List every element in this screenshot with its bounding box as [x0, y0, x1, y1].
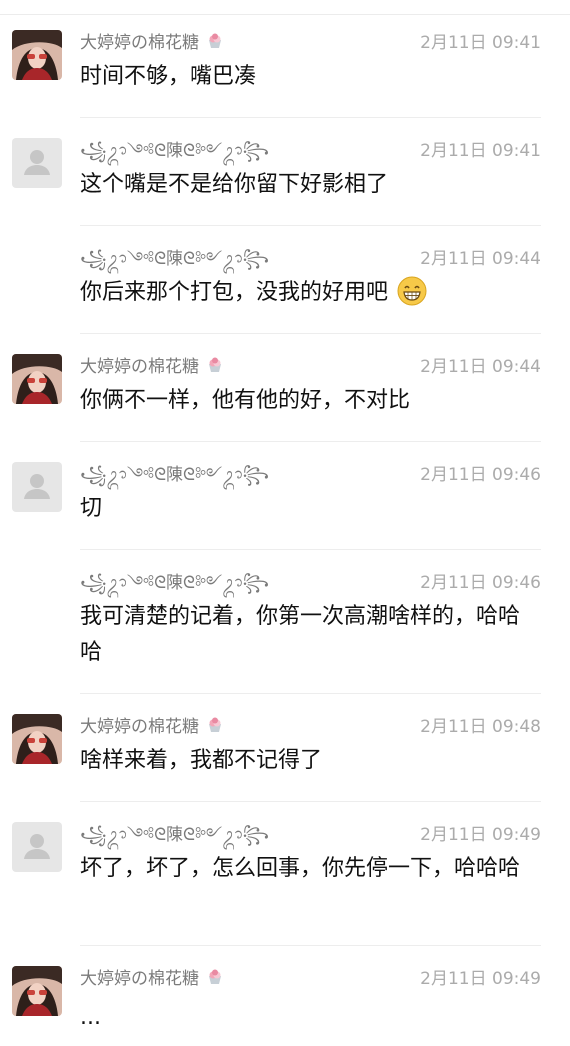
comment-item: ꧁ᬊ༺ᘓ陳ᘓ༻ᬊ꧂ 2月11日 09:41 这个嘴是不是给你留下好影相了	[0, 124, 570, 226]
grinning-face-icon	[397, 276, 427, 306]
author-name[interactable]: ꧁ᬊ༺ᘓ陳ᘓ༻ᬊ꧂	[80, 464, 269, 486]
timestamp: 2月11日 09:49	[420, 825, 541, 845]
ice-cream-cup-icon	[209, 717, 222, 732]
timestamp: 2月11日 09:44	[420, 357, 541, 377]
divider	[80, 549, 541, 550]
author-name[interactable]: ꧁ᬊ༺ᘓ陳ᘓ༻ᬊ꧂	[80, 140, 269, 162]
timestamp: 2月11日 09:48	[420, 717, 541, 737]
comment-text[interactable]: 啥样来着，我都不记得了	[80, 743, 525, 779]
comment-text[interactable]: 时间不够，嘴巴凑	[80, 59, 525, 95]
comment-item: 大婷婷の棉花糖 2月11日 09:48 啥样来着，我都不记得了	[0, 700, 570, 802]
comment-text[interactable]: ...	[80, 1000, 525, 1036]
divider	[80, 441, 541, 442]
avatar[interactable]	[12, 822, 62, 872]
comment-item: ꧁ᬊ༺ᘓ陳ᘓ༻ᬊ꧂ 2月11日 09:46 我可清楚的记着，你第一次高潮啥样的，…	[0, 556, 570, 694]
comment-text-content: 你后来那个打包，没我的好用吧	[80, 280, 389, 305]
author-name[interactable]: 大婷婷の棉花糖	[80, 716, 224, 738]
timestamp: 2月11日 09:41	[420, 141, 541, 161]
avatar[interactable]	[12, 462, 62, 512]
timestamp: 2月11日 09:46	[420, 573, 541, 593]
avatar[interactable]	[12, 138, 62, 188]
timestamp: 2月11日 09:46	[420, 465, 541, 485]
comment-text[interactable]: 你后来那个打包，没我的好用吧	[80, 275, 525, 311]
comment-item: 大婷婷の棉花糖 2月11日 09:49 ...	[0, 952, 570, 1046]
divider	[80, 333, 541, 334]
author-name[interactable]: 大婷婷の棉花糖	[80, 968, 224, 990]
person-silhouette-icon	[24, 474, 50, 499]
ice-cream-cup-icon	[209, 33, 222, 48]
comment-item: 大婷婷の棉花糖 2月11日 09:44 你俩不一样，他有他的好，不对比	[0, 340, 570, 442]
author-name[interactable]: ꧁ᬊ༺ᘓ陳ᘓ༻ᬊ꧂	[80, 572, 269, 594]
timestamp: 2月11日 09:44	[420, 249, 541, 269]
comment-item: ꧁ᬊ༺ᘓ陳ᘓ༻ᬊ꧂ 2月11日 09:46 切	[0, 448, 570, 550]
comment-text[interactable]: 你俩不一样，他有他的好，不对比	[80, 383, 525, 419]
ice-cream-cup-icon	[209, 969, 222, 984]
divider	[80, 225, 541, 226]
comment-text[interactable]: 切	[80, 491, 525, 527]
comment-text[interactable]: 坏了，坏了，怎么回事，你先停一下，哈哈哈	[80, 851, 525, 887]
ice-cream-cup-icon	[209, 357, 222, 372]
top-divider	[0, 14, 570, 15]
timestamp: 2月11日 09:41	[420, 33, 541, 53]
person-silhouette-icon	[24, 834, 50, 859]
author-name[interactable]: 大婷婷の棉花糖	[80, 356, 224, 378]
avatar[interactable]	[12, 714, 62, 764]
comment-text[interactable]: 这个嘴是不是给你留下好影相了	[80, 167, 525, 203]
divider	[80, 117, 541, 118]
person-silhouette-icon	[24, 150, 50, 175]
author-name[interactable]: ꧁ᬊ༺ᘓ陳ᘓ༻ᬊ꧂	[80, 248, 269, 270]
author-name[interactable]: 大婷婷の棉花糖	[80, 32, 224, 54]
comment-item: ꧁ᬊ༺ᘓ陳ᘓ༻ᬊ꧂ 2月11日 09:44 你后来那个打包，没我的好用吧	[0, 232, 570, 334]
avatar[interactable]	[12, 30, 62, 80]
comment-item: 大婷婷の棉花糖 2月11日 09:41 时间不够，嘴巴凑	[0, 16, 570, 118]
avatar[interactable]	[12, 354, 62, 404]
comment-text[interactable]: 我可清楚的记着，你第一次高潮啥样的，哈哈哈	[80, 599, 525, 671]
avatar[interactable]	[12, 966, 62, 1016]
comment-item: ꧁ᬊ༺ᘓ陳ᘓ༻ᬊ꧂ 2月11日 09:49 坏了，坏了，怎么回事，你先停一下，哈…	[0, 808, 570, 946]
author-name[interactable]: ꧁ᬊ༺ᘓ陳ᘓ༻ᬊ꧂	[80, 824, 269, 846]
divider	[80, 945, 541, 946]
divider	[80, 801, 541, 802]
timestamp: 2月11日 09:49	[420, 969, 541, 989]
divider	[80, 693, 541, 694]
